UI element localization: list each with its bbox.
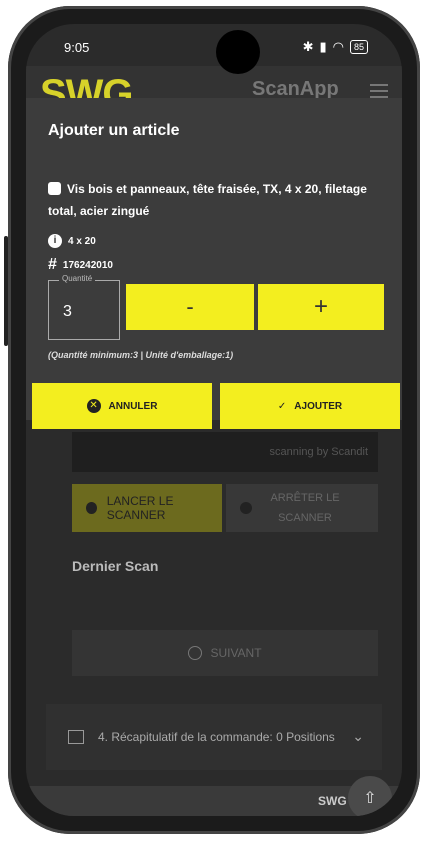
article-size: 4 x 20	[68, 235, 96, 247]
stop-icon	[240, 502, 252, 514]
checklist-icon	[68, 730, 84, 744]
order-summary-label: 4. Récapitulatif de la commande: 0 Posit…	[98, 730, 335, 744]
next-label: SUIVANT	[210, 646, 262, 660]
decrease-quantity-button[interactable]: -	[126, 284, 254, 330]
info-icon: i	[48, 234, 62, 248]
scan-hint: scanning by Scandit	[269, 446, 368, 458]
add-label: AJOUTER	[294, 400, 343, 412]
order-summary-row[interactable]: 4. Récapitulatif de la commande: 0 Posit…	[46, 704, 382, 770]
hamburger-menu-icon[interactable]	[370, 84, 388, 98]
last-scan-heading: Dernier Scan	[72, 558, 159, 574]
dialog-title: Ajouter un article	[48, 122, 180, 139]
close-icon: ✕	[86, 399, 101, 413]
cancel-button[interactable]: ✕ ANNULER	[32, 383, 212, 429]
add-button[interactable]: ✓ AJOUTER	[220, 383, 400, 429]
status-icons: ✱ ▮ ◠ 85	[303, 39, 368, 55]
cancel-label: ANNULER	[108, 400, 158, 412]
check-icon: ✓	[277, 400, 287, 412]
article-number: 176242010	[62, 259, 113, 271]
stop-scanner-button[interactable]: ARRÊTER LE SCANNER	[226, 484, 378, 532]
box-icon	[48, 182, 61, 195]
arrow-up-circle-icon: ⇧	[363, 790, 377, 807]
play-icon	[86, 502, 97, 514]
increase-quantity-button[interactable]: +	[258, 284, 384, 330]
start-scanner-label: LANCER LE SCANNER	[106, 494, 174, 522]
status-time: 9:05	[64, 40, 90, 55]
chevron-down-icon: ⌄	[352, 728, 364, 744]
hash-icon: #	[48, 256, 57, 273]
camera-notch	[216, 30, 260, 74]
status-bar: 9:05 ✱ ▮ ◠ 85	[26, 24, 402, 64]
quantity-value: 3	[63, 303, 72, 320]
bluetooth-icon: ✱	[302, 39, 314, 54]
arrow-down-circle-icon	[188, 646, 203, 660]
next-button[interactable]: SUIVANT	[72, 630, 378, 676]
article-description-text: Vis bois et panneaux, tête fraisée, TX, …	[48, 182, 367, 218]
stop-scanner-label: ARRÊTER LE SCANNER	[270, 492, 340, 524]
add-article-dialog: Ajouter un article Vis bois et panneaux,…	[26, 98, 402, 429]
quantity-field[interactable]: Quantité 3	[48, 274, 120, 340]
phone-frame: 9:05 ✱ ▮ ◠ 85 SWG ScanApp scanning by Sc…	[4, 6, 420, 834]
scroll-top-button[interactable]: ⇧	[348, 776, 392, 816]
article-number-row: # 176242010	[48, 256, 113, 274]
quantity-note: (Quantité minimum:3 | Unité d'emballage:…	[48, 350, 234, 360]
scanner-preview: scanning by Scandit	[72, 432, 378, 472]
start-scanner-button[interactable]: LANCER LE SCANNER	[72, 484, 222, 532]
wifi-icon: ◠	[332, 39, 344, 54]
quantity-label: Quantité	[59, 274, 96, 283]
article-size-row: i 4 x 20	[48, 234, 96, 248]
signal-icon: ▮	[319, 39, 327, 54]
footer-logo: SWG	[318, 794, 347, 808]
battery-icon: 85	[349, 40, 368, 54]
screen: 9:05 ✱ ▮ ◠ 85 SWG ScanApp scanning by Sc…	[26, 24, 402, 816]
article-description: Vis bois et panneaux, tête fraisée, TX, …	[48, 178, 378, 222]
